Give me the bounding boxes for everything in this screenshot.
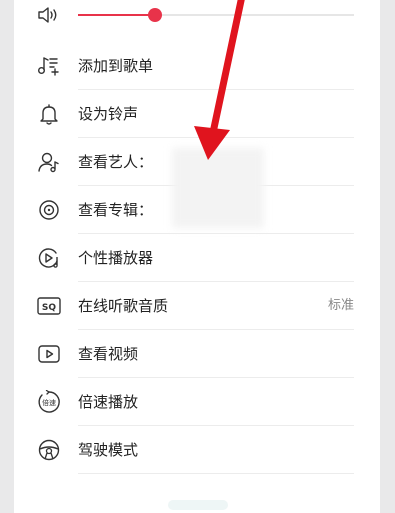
menu-item-label: 查看视频 [78,345,139,363]
sq-quality-icon: SQ [37,297,61,315]
screen: 添加到歌单 设为铃声 查看艺人： 查看专辑： 个性播放器 SQ 在线听歌音质 标… [0,0,395,513]
menu-item-label: 查看专辑： [78,201,154,219]
add-to-playlist-icon [38,57,59,76]
divider [78,473,354,474]
menu-item-driving-mode[interactable]: 驾驶模式 [14,426,380,474]
sq-badge-text: SQ [42,303,56,313]
volume-slider[interactable] [78,8,354,22]
menu-item-view-video[interactable]: 查看视频 [14,330,380,378]
volume-row [14,0,380,34]
steering-wheel-icon [38,439,60,461]
player-skin-icon [38,248,58,268]
menu-item-add-to-playlist[interactable]: 添加到歌单 [14,42,380,90]
volume-slider-thumb[interactable] [148,8,163,22]
menu-item-set-ringtone[interactable]: 设为铃声 [14,90,380,138]
menu-item-label: 设为铃声 [78,105,139,123]
menu-item-label: 驾驶模式 [78,441,139,459]
menu-item-label: 倍速播放 [78,393,139,411]
bottom-indicator [168,500,228,510]
menu-item-label: 查看艺人： [78,153,154,171]
menu-item-player-skin[interactable]: 个性播放器 [14,234,380,282]
bell-icon [40,104,58,125]
playback-speed-icon: 倍速 [38,390,60,413]
volume-slider-fill [78,14,156,16]
video-icon [38,345,60,363]
redacted-name-area [172,148,264,228]
menu-item-label: 个性播放器 [78,249,154,267]
audio-quality-value: 标准 [327,298,354,313]
menu-item-playback-speed[interactable]: 倍速 倍速播放 [14,378,380,426]
speaker-icon [38,7,57,23]
more-options-sheet: 添加到歌单 设为铃声 查看艺人： 查看专辑： 个性播放器 SQ 在线听歌音质 标… [14,0,380,513]
artist-icon [38,152,59,173]
menu-item-audio-quality[interactable]: SQ 在线听歌音质 标准 [14,282,380,330]
album-icon [39,200,59,220]
menu-item-label: 添加到歌单 [78,57,154,75]
speed-badge-text: 倍速 [42,398,56,407]
menu-item-label: 在线听歌音质 [78,297,169,315]
